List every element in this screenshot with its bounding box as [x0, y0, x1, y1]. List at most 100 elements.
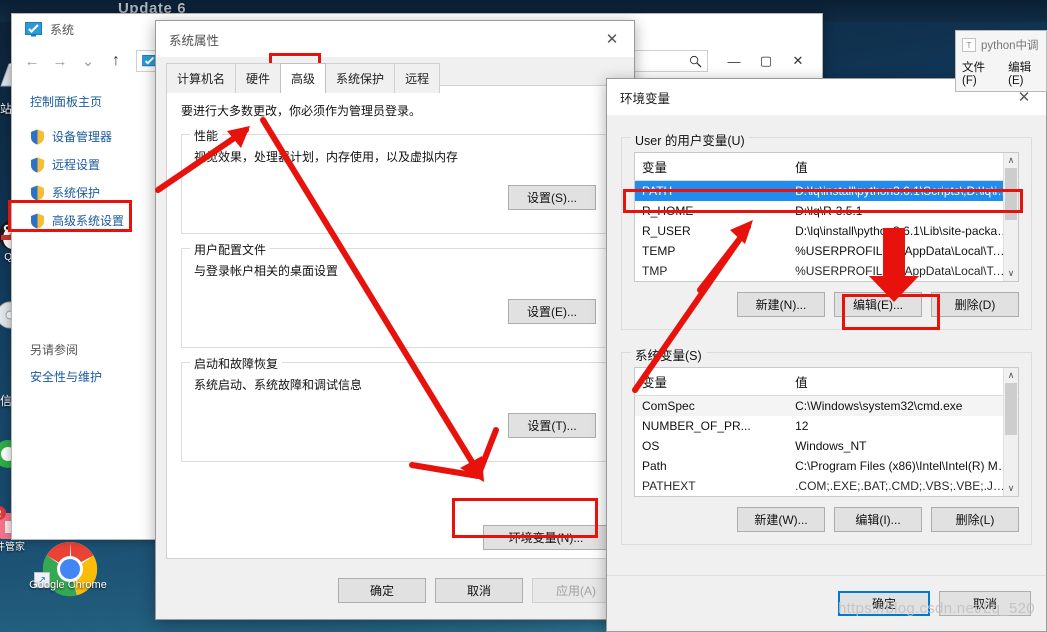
- table-row[interactable]: TEMP %USERPROFILE%\AppData\Local\Temp: [635, 241, 1019, 261]
- recent-locations-button[interactable]: ⌄: [76, 49, 100, 73]
- cell-value: %USERPROFILE%\AppData\Local\Temp: [795, 244, 1016, 258]
- environment-variables-dialog: 环境变量 ✕ User 的用户变量(U) 变量 值 PATH D:\lq\ins…: [606, 78, 1047, 632]
- close-icon[interactable]: ✕: [590, 22, 634, 56]
- system-variables-buttons: 新建(W)... 编辑(I)... 删除(L): [634, 507, 1019, 532]
- cell-variable: TEMP: [642, 244, 676, 258]
- desktop-icon-label-guard: 件管家: [0, 542, 25, 553]
- sidebar-item-home[interactable]: 控制面板主页: [30, 93, 164, 110]
- admin-hint-text: 要进行大多数更改，你必须作为管理员登录。: [181, 104, 422, 118]
- system-edit-button[interactable]: 编辑(I)...: [834, 507, 922, 532]
- scrollbar-thumb[interactable]: [1005, 383, 1017, 435]
- close-button[interactable]: ✕: [782, 49, 814, 74]
- sidebar-item-security-and-maintenance[interactable]: 安全性与维护: [30, 368, 164, 385]
- user-variables-group: User 的用户变量(U) 变量 值 PATH D:\lq\install\py…: [621, 130, 1032, 330]
- cell-variable: OS: [642, 439, 660, 453]
- desktop-icon-label-chrome: Google Chrome: [29, 579, 107, 591]
- startup-recovery-settings-button[interactable]: 设置(T)...: [508, 413, 596, 438]
- tab-computer-name[interactable]: 计算机名: [166, 63, 237, 93]
- scroll-down-icon[interactable]: ∨: [1004, 481, 1018, 496]
- forward-button[interactable]: →: [48, 49, 72, 73]
- shield-icon: [31, 185, 44, 200]
- table-row[interactable]: ComSpec C:\Windows\system32\cmd.exe: [634, 395, 1019, 416]
- performance-group-title: 性能: [190, 127, 223, 144]
- table-row[interactable]: NUMBER_OF_PR... 12: [635, 416, 1019, 436]
- startup-recovery-group: 启动和故障恢复 系统启动、系统故障和调试信息 设置(T)...: [181, 355, 609, 462]
- table-header-row: 变量 值: [634, 367, 1019, 396]
- system-properties-tabs: 计算机名 硬件 高级 系统保护 远程: [166, 63, 634, 93]
- menu-edit[interactable]: 编辑(E): [1008, 59, 1046, 87]
- sidebar-item-label: 设备管理器: [52, 130, 113, 144]
- cell-value: Windows_NT: [795, 439, 867, 453]
- table-row[interactable]: Path C:\Program Files (x86)\Intel\Intel(…: [635, 456, 1019, 476]
- user-variables-buttons: 新建(N)... 编辑(E)... 删除(D): [634, 292, 1019, 317]
- startup-recovery-group-desc: 系统启动、系统故障和调试信息: [194, 378, 363, 392]
- tab-remote[interactable]: 远程: [394, 63, 441, 93]
- scrollbar-thumb[interactable]: [1005, 168, 1017, 220]
- tab-advanced[interactable]: 高级: [280, 63, 327, 93]
- minimize-button[interactable]: —: [718, 49, 750, 74]
- cell-variable: ComSpec: [634, 395, 789, 416]
- python-window-badge-icon: T: [962, 38, 976, 52]
- table-row[interactable]: R_HOME D:\lq\R-3.5.1: [635, 201, 1019, 221]
- cell-variable: PATHEXT: [642, 479, 696, 493]
- scroll-up-icon[interactable]: ∧: [1004, 153, 1018, 168]
- table-row[interactable]: TMP %USERPROFILE%\AppData\Local\Temp: [635, 261, 1019, 282]
- user-profiles-settings-button[interactable]: 设置(E)...: [508, 299, 596, 324]
- system-new-button[interactable]: 新建(W)...: [737, 507, 825, 532]
- user-new-button[interactable]: 新建(N)...: [737, 292, 825, 317]
- ok-button[interactable]: 确定: [338, 577, 426, 603]
- control-panel-title: 系统: [50, 23, 75, 37]
- user-delete-button[interactable]: 删除(D): [931, 292, 1019, 317]
- sidebar-footer: 另请参阅 安全性与维护: [30, 341, 164, 385]
- table-row[interactable]: R_USER D:\lq\install\python3.6.1\Lib\sit…: [635, 221, 1019, 241]
- system-properties-titlebar: 系统属性 ✕: [156, 21, 634, 57]
- watermark-text: https://blog.csdn.net/Lq_520: [838, 600, 1035, 617]
- sidebar-item-advanced-system-settings[interactable]: 高级系统设置: [30, 212, 164, 229]
- sidebar-item-label: 系统保护: [52, 186, 101, 200]
- table-row[interactable]: OS Windows_NT: [635, 436, 1019, 456]
- environment-variables-button[interactable]: 环境变量(N)...: [483, 525, 609, 550]
- cell-value: C:\Program Files (x86)\Intel\Intel(R) Ma…: [795, 459, 1019, 473]
- table-row[interactable]: PATHEXT .COM;.EXE;.BAT;.CMD;.VBS;.VBE;.J…: [635, 476, 1019, 497]
- cell-value: .COM;.EXE;.BAT;.CMD;.VBS;.VBE;.JS;.JSE;: [795, 479, 1019, 493]
- cell-value: D:\lq\install\python3.6.1\Scripts\;D:\lq…: [788, 180, 1019, 201]
- system-properties-dialog: 系统属性 ✕ 计算机名 硬件 高级 系统保护 远程 要进行大多数更改，你必须作为…: [155, 20, 635, 620]
- sidebar-item-device-manager[interactable]: 设备管理器: [30, 128, 164, 145]
- system-variables-title: 系统变量(S): [631, 345, 706, 364]
- system-variables-scrollbar[interactable]: ∧ ∨: [1003, 368, 1018, 496]
- scroll-down-icon[interactable]: ∨: [1004, 266, 1018, 281]
- user-variables-scrollbar[interactable]: ∧ ∨: [1003, 153, 1018, 281]
- user-edit-button[interactable]: 编辑(E)...: [834, 292, 922, 317]
- up-button[interactable]: ↑: [104, 49, 128, 73]
- column-header-variable[interactable]: 变量: [634, 152, 789, 181]
- cancel-button[interactable]: 取消: [435, 577, 523, 603]
- column-header-value[interactable]: 值: [788, 152, 1019, 181]
- cell-value: D:\lq\R-3.5.1: [795, 204, 863, 218]
- cell-variable: PATH: [634, 180, 789, 201]
- tab-system-protection[interactable]: 系统保护: [325, 63, 396, 93]
- search-icon: [689, 55, 702, 68]
- column-header-value[interactable]: 值: [788, 367, 1019, 396]
- sidebar-item-remote-settings[interactable]: 远程设置: [30, 156, 164, 173]
- sidebar-item-system-protection[interactable]: 系统保护: [30, 184, 164, 201]
- back-button[interactable]: ←: [20, 49, 44, 73]
- scroll-up-icon[interactable]: ∧: [1004, 368, 1018, 383]
- cell-value: 12: [795, 419, 809, 433]
- cell-value: D:\lq\install\python3.6.1\Lib\site-packa…: [795, 224, 1014, 238]
- env-button-row: 环境变量(N)...: [483, 525, 609, 550]
- cell-variable: Path: [642, 459, 667, 473]
- column-header-variable[interactable]: 变量: [634, 367, 789, 396]
- shield-icon: [31, 213, 44, 228]
- performance-settings-button[interactable]: 设置(S)...: [508, 185, 596, 210]
- maximize-button[interactable]: ▢: [750, 49, 782, 74]
- user-variables-table: 变量 值 PATH D:\lq\install\python3.6.1\Scri…: [634, 152, 1019, 282]
- cell-value: %USERPROFILE%\AppData\Local\Temp: [795, 264, 1016, 278]
- cell-variable: NUMBER_OF_PR...: [642, 419, 751, 433]
- menu-file[interactable]: 文件(F): [962, 59, 999, 87]
- system-delete-button[interactable]: 删除(L): [931, 507, 1019, 532]
- user-variables-title: User 的用户变量(U): [631, 130, 749, 149]
- system-properties-title: 系统属性: [169, 33, 220, 48]
- table-row[interactable]: PATH D:\lq\install\python3.6.1\Scripts\;…: [634, 180, 1019, 201]
- tab-hardware[interactable]: 硬件: [235, 63, 282, 93]
- sidebar-item-label: 高级系统设置: [52, 214, 125, 228]
